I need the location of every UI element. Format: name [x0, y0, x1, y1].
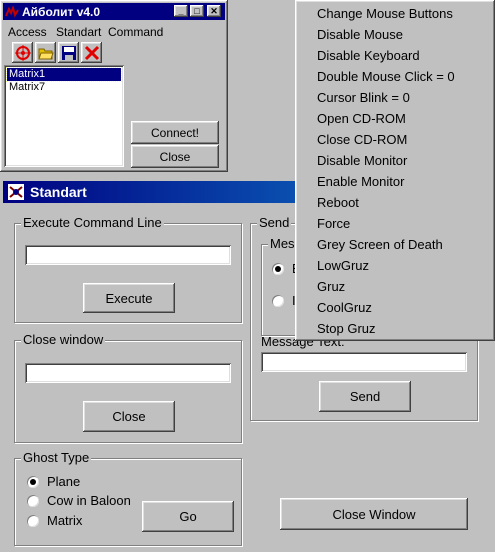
target-icon: [14, 44, 31, 61]
execute-button[interactable]: Execute: [83, 283, 175, 313]
close-window-main-button[interactable]: Close Window: [280, 498, 468, 530]
ghost-option-cow-in-baloon[interactable]: Cow in Baloon: [27, 493, 131, 508]
delete-x-icon: [84, 45, 99, 60]
menu-item-grey-screen-of-death[interactable]: Grey Screen of Death: [317, 237, 443, 252]
radio-button[interactable]: [27, 494, 39, 507]
maximize-button[interactable]: □: [190, 5, 204, 17]
standart-window-title: Standart: [30, 184, 87, 200]
menu-item-reboot[interactable]: Reboot: [317, 195, 359, 210]
menu-item-double-mouse-click[interactable]: Double Mouse Click = 0: [317, 69, 455, 84]
client-list[interactable]: Matrix1 Matrix7: [4, 65, 124, 167]
command-line-input[interactable]: [25, 245, 231, 265]
list-item[interactable]: Matrix1: [6, 67, 122, 82]
radio-button[interactable]: [272, 262, 284, 275]
menu-item-disable-monitor[interactable]: Disable Monitor: [317, 153, 407, 168]
small-window-title: Айболит v4.0: [22, 4, 101, 19]
go-button[interactable]: Go: [142, 501, 234, 532]
save-tool-button[interactable]: [58, 42, 79, 63]
list-item[interactable]: Matrix7: [7, 81, 121, 94]
small-window: Айболит v4.0 _ □ ✕ Access Standart Comma…: [0, 0, 228, 172]
send-button[interactable]: Send: [319, 381, 411, 412]
radio-button[interactable]: [272, 294, 284, 307]
execute-command-group: Execute Command Line Execute: [14, 215, 242, 323]
menu-item-lowgruz[interactable]: LowGruz: [317, 258, 369, 273]
close-window-group-label: Close window: [21, 332, 106, 347]
open-tool-button[interactable]: [35, 42, 56, 63]
close-window-action-button[interactable]: Close: [83, 401, 175, 432]
delete-tool-button[interactable]: [81, 42, 102, 63]
menu-standart[interactable]: Standart: [56, 25, 101, 39]
menu-item-force[interactable]: Force: [317, 216, 350, 231]
app-logo-icon: [5, 4, 19, 18]
ghost-option-plane[interactable]: Plane: [27, 474, 80, 489]
menu-command[interactable]: Command: [108, 25, 163, 39]
menu-item-stop-gruz[interactable]: Stop Gruz: [317, 321, 376, 336]
save-disk-icon: [61, 45, 76, 60]
close-button[interactable]: Close: [131, 145, 219, 168]
menu-item-open-cd-rom[interactable]: Open CD-ROM: [317, 111, 406, 126]
close-window-x-button[interactable]: ✕: [207, 5, 221, 17]
command-popup-menu: Change Mouse Buttons Disable Mouse Disab…: [295, 0, 495, 341]
minimize-button[interactable]: _: [174, 5, 188, 17]
app-icon: [8, 184, 24, 200]
ghost-type-group: Ghost Type Plane Cow in Baloon Matrix Go: [14, 450, 242, 546]
menu-item-disable-mouse[interactable]: Disable Mouse: [317, 27, 403, 42]
menu-item-cursor-blink[interactable]: Cursor Blink = 0: [317, 90, 410, 105]
open-folder-icon: [37, 48, 54, 59]
window-name-input[interactable]: [25, 363, 231, 383]
send-group-label: Send: [257, 215, 292, 230]
connect-button[interactable]: Connect!: [131, 121, 219, 144]
menu-access[interactable]: Access: [8, 25, 47, 39]
menu-item-enable-monitor[interactable]: Enable Monitor: [317, 174, 404, 189]
radio-button[interactable]: [27, 514, 39, 527]
menu-item-coolgruz[interactable]: CoolGruz: [317, 300, 372, 315]
message-type-option-2[interactable]: I: [272, 293, 296, 308]
message-text-input[interactable]: [261, 352, 467, 372]
menu-item-disable-keyboard[interactable]: Disable Keyboard: [317, 48, 420, 63]
target-tool-button[interactable]: [12, 42, 33, 63]
execute-command-group-label: Execute Command Line: [21, 215, 164, 230]
close-window-group: Close window Close: [14, 332, 242, 443]
small-window-titlebar[interactable]: Айболит v4.0 _ □ ✕: [3, 3, 225, 20]
menu-item-change-mouse-buttons[interactable]: Change Mouse Buttons: [317, 6, 453, 21]
message-type-group-label: Mes: [268, 236, 297, 251]
ghost-type-group-label: Ghost Type: [21, 450, 92, 465]
ghost-option-matrix[interactable]: Matrix: [27, 513, 82, 528]
menu-item-gruz[interactable]: Gruz: [317, 279, 345, 294]
radio-button[interactable]: [27, 475, 39, 488]
menu-item-close-cd-rom[interactable]: Close CD-ROM: [317, 132, 407, 147]
